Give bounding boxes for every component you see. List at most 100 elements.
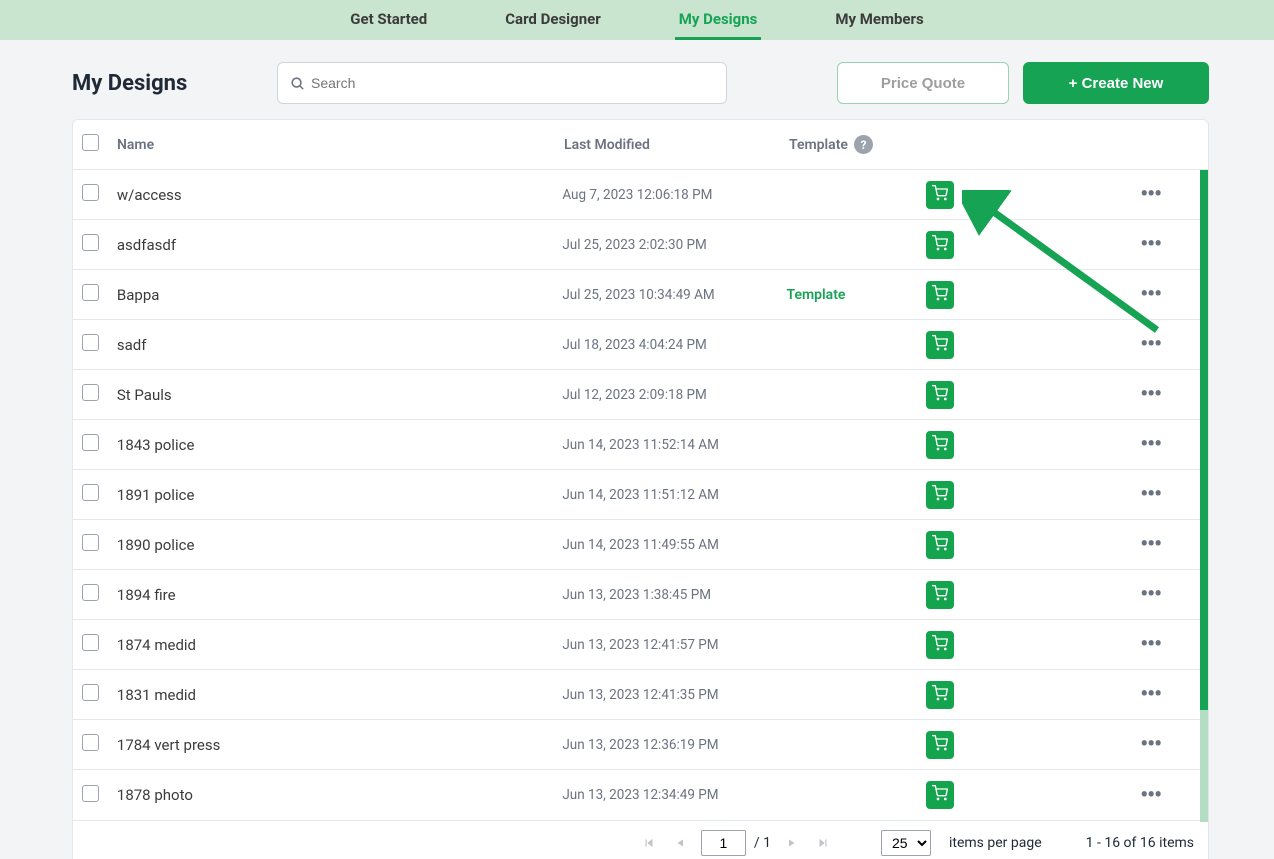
cart-icon bbox=[932, 685, 948, 705]
cart-button[interactable] bbox=[926, 181, 954, 209]
design-name[interactable]: 1843 police bbox=[112, 436, 562, 454]
col-template[interactable]: Template ? bbox=[789, 135, 929, 154]
design-template-flag: Template bbox=[787, 287, 927, 303]
page-title: My Designs bbox=[72, 71, 277, 96]
cart-button[interactable] bbox=[926, 581, 954, 609]
row-checkbox[interactable] bbox=[82, 634, 99, 651]
row-actions-menu[interactable]: ••• bbox=[1140, 582, 1208, 607]
col-name[interactable]: Name bbox=[112, 137, 564, 153]
scrollbar-track[interactable] bbox=[1200, 710, 1208, 822]
table-row[interactable]: 1874 medidJun 13, 2023 12:41:57 PM ••• bbox=[73, 620, 1208, 670]
row-actions-menu[interactable]: ••• bbox=[1140, 182, 1208, 207]
cart-button[interactable] bbox=[926, 531, 954, 559]
row-checkbox[interactable] bbox=[82, 584, 99, 601]
table-row[interactable]: w/accessAug 7, 2023 12:06:18 PM••• bbox=[73, 170, 1208, 220]
range-label: 1 - 16 of 16 items bbox=[1086, 835, 1194, 851]
design-name[interactable]: St Pauls bbox=[112, 386, 562, 404]
row-checkbox[interactable] bbox=[82, 684, 99, 701]
row-checkbox[interactable] bbox=[82, 534, 99, 551]
design-modified: Jun 13, 2023 12:34:49 PM bbox=[562, 787, 786, 803]
row-checkbox[interactable] bbox=[82, 284, 99, 301]
row-actions-menu[interactable]: ••• bbox=[1140, 282, 1208, 307]
design-name[interactable]: Bappa bbox=[112, 286, 562, 304]
row-actions-menu[interactable]: ••• bbox=[1140, 232, 1208, 257]
design-name[interactable]: 1874 medid bbox=[112, 636, 562, 654]
price-quote-button[interactable]: Price Quote bbox=[837, 62, 1009, 104]
row-actions-menu[interactable]: ••• bbox=[1140, 332, 1208, 357]
design-name[interactable]: asdfasdf bbox=[112, 236, 562, 254]
row-actions-menu[interactable]: ••• bbox=[1140, 382, 1208, 407]
nav-my-members[interactable]: My Members bbox=[831, 0, 927, 40]
row-checkbox[interactable] bbox=[82, 184, 99, 201]
cart-icon bbox=[932, 185, 948, 205]
table-row[interactable]: 1891 policeJun 14, 2023 11:51:12 AM••• bbox=[73, 470, 1208, 520]
cart-button[interactable] bbox=[926, 631, 954, 659]
table-row[interactable]: BappaJul 25, 2023 10:34:49 AMTemplate••• bbox=[73, 270, 1208, 320]
table-row[interactable]: sadfJul 18, 2023 4:04:24 PM••• bbox=[73, 320, 1208, 370]
table-row[interactable]: St PaulsJul 12, 2023 2:09:18 PM••• bbox=[73, 370, 1208, 420]
design-name[interactable]: 1784 vert press bbox=[112, 736, 562, 754]
design-name[interactable]: w/access bbox=[112, 186, 562, 204]
row-checkbox[interactable] bbox=[82, 734, 99, 751]
prev-page-icon[interactable] bbox=[669, 831, 693, 855]
cart-button[interactable] bbox=[926, 431, 954, 459]
cart-button[interactable] bbox=[926, 781, 954, 809]
help-icon[interactable]: ? bbox=[854, 135, 873, 154]
nav-card-designer[interactable]: Card Designer bbox=[501, 0, 604, 40]
nav-get-started[interactable]: Get Started bbox=[346, 0, 431, 40]
dots-icon: ••• bbox=[1140, 682, 1161, 707]
row-checkbox[interactable] bbox=[82, 234, 99, 251]
row-actions-menu[interactable]: ••• bbox=[1140, 632, 1208, 657]
cart-button[interactable] bbox=[926, 481, 954, 509]
row-actions-menu[interactable]: ••• bbox=[1140, 682, 1208, 707]
design-name[interactable]: 1894 fire bbox=[112, 586, 562, 604]
next-page-icon[interactable] bbox=[779, 831, 803, 855]
page-number-input[interactable] bbox=[701, 830, 746, 856]
col-modified[interactable]: Last Modified bbox=[564, 137, 789, 153]
select-all-checkbox[interactable] bbox=[82, 134, 99, 151]
design-name[interactable]: 1878 photo bbox=[112, 786, 562, 804]
design-name[interactable]: 1890 police bbox=[112, 536, 562, 554]
row-actions-menu[interactable]: ••• bbox=[1140, 532, 1208, 557]
table-row[interactable]: 1878 photoJun 13, 2023 12:34:49 PM ••• bbox=[73, 770, 1208, 820]
cart-icon bbox=[932, 435, 948, 455]
cart-button[interactable] bbox=[926, 281, 954, 309]
row-checkbox[interactable] bbox=[82, 384, 99, 401]
row-checkbox[interactable] bbox=[82, 484, 99, 501]
scrollbar-thumb[interactable] bbox=[1200, 170, 1208, 710]
dots-icon: ••• bbox=[1140, 282, 1161, 307]
table-row[interactable]: 1890 policeJun 14, 2023 11:49:55 AM••• bbox=[73, 520, 1208, 570]
row-checkbox[interactable] bbox=[82, 434, 99, 451]
cart-button[interactable] bbox=[926, 381, 954, 409]
row-checkbox[interactable] bbox=[82, 334, 99, 351]
design-name[interactable]: 1891 police bbox=[112, 486, 562, 504]
cart-button[interactable] bbox=[926, 331, 954, 359]
row-actions-menu[interactable]: ••• bbox=[1140, 732, 1208, 757]
first-page-icon[interactable] bbox=[637, 831, 661, 855]
last-page-icon[interactable] bbox=[811, 831, 835, 855]
cart-button[interactable] bbox=[926, 681, 954, 709]
table-row[interactable]: 1894 fireJun 13, 2023 1:38:45 PM••• bbox=[73, 570, 1208, 620]
search-box[interactable] bbox=[277, 62, 727, 104]
row-checkbox[interactable] bbox=[82, 785, 99, 802]
create-new-button[interactable]: + Create New bbox=[1023, 62, 1209, 104]
row-actions-menu[interactable]: ••• bbox=[1140, 482, 1208, 507]
nav-my-designs[interactable]: My Designs bbox=[675, 0, 762, 40]
search-input[interactable] bbox=[311, 75, 714, 91]
table-row[interactable]: 1843 policeJun 14, 2023 11:52:14 AM••• bbox=[73, 420, 1208, 470]
design-modified: Jun 13, 2023 12:41:57 PM bbox=[562, 637, 786, 653]
dots-icon: ••• bbox=[1140, 532, 1161, 557]
row-actions-menu[interactable]: ••• bbox=[1140, 432, 1208, 457]
dots-icon: ••• bbox=[1140, 332, 1161, 357]
row-actions-menu[interactable]: ••• bbox=[1140, 783, 1208, 808]
dots-icon: ••• bbox=[1140, 182, 1161, 207]
cart-button[interactable] bbox=[926, 731, 954, 759]
table-row[interactable]: 1784 vert pressJun 13, 2023 12:36:19 PM•… bbox=[73, 720, 1208, 770]
design-name[interactable]: 1831 medid bbox=[112, 686, 562, 704]
page-size-select[interactable]: 25 bbox=[881, 830, 931, 856]
table-row[interactable]: 1831 medidJun 13, 2023 12:41:35 PM••• bbox=[73, 670, 1208, 720]
design-name[interactable]: sadf bbox=[112, 336, 562, 354]
table-row[interactable]: asdfasdfJul 25, 2023 2:02:30 PM••• bbox=[73, 220, 1208, 270]
cart-button[interactable] bbox=[926, 231, 954, 259]
dots-icon: ••• bbox=[1140, 382, 1161, 407]
